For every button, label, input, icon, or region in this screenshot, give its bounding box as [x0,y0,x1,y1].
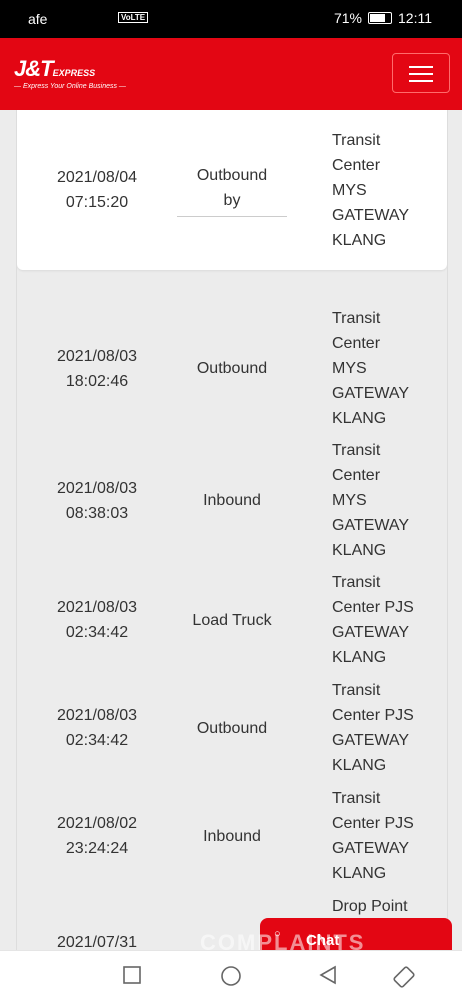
row-location: Transit Center MYS GATEWAY KLANG [287,306,422,431]
location-line: KLANG [332,757,387,774]
table-row: 2021/08/03 02:34:42 Load Truck Transit C… [17,570,447,670]
rotate-screen-icon[interactable] [392,965,415,988]
battery-percent: 71% [333,10,362,26]
location-line: Transit [332,442,381,459]
volte-icon: VoLTE [118,12,149,23]
status-left-text: afe [28,11,48,27]
location-line: Center PJS [332,599,414,616]
menu-bar-icon [409,73,433,75]
row-location: Transit Center PJS GATEWAY KLANG [287,570,422,670]
row-time: 23:24:24 [65,840,129,857]
site-header: J&TEXPRESS — Express Your Online Busines… [0,38,462,110]
battery-icon [368,12,392,24]
row-action: Inbound [203,827,261,845]
table-row: 2021/08/03 18:02:46 Outbound Transit Cen… [17,306,447,431]
location-line: Center [332,156,381,174]
row-action: Outbound by [177,163,287,217]
location-line: MYS [332,360,367,377]
row-datetime: 2021/08/02 23:24:24 [17,811,177,861]
location-line: KLANG [332,410,387,427]
menu-bar-icon [409,66,433,68]
location-line: GATEWAY [332,206,410,224]
table-row: 2021/08/02 23:24:24 Inbound Transit Cent… [17,786,447,886]
row-action: Inbound [203,492,261,509]
location-line: KLANG [332,542,387,559]
hamburger-menu-button[interactable] [392,53,450,93]
location-line: Center PJS [332,707,414,724]
row-action-line1: Outbound [196,167,268,184]
row-location: Transit Center MYS GATEWAY KLANG [287,128,422,253]
row-datetime: 2021/08/03 02:34:42 [17,595,177,645]
row-location: Drop Point [287,894,422,919]
location-line: GATEWAY [332,840,410,857]
location-line: Transit [332,131,381,149]
row-time: 07:15:20 [65,194,129,211]
location-line: Center [332,335,381,352]
location-line: KLANG [332,865,387,882]
location-line: MYS [332,181,367,199]
logo-suffix: EXPRESS [52,68,96,78]
row-date: 2021/08/03 [56,599,138,616]
row-time: 02:34:42 [65,732,129,749]
location-line: KLANG [332,649,387,666]
row-action: Load Truck [192,611,272,629]
location-line: GATEWAY [332,517,410,534]
row-datetime: 2021/08/03 08:38:03 [17,476,177,526]
status-bar: afe VoLTE 71% 12:11 [0,0,462,38]
location-line: MYS [332,492,367,509]
row-date: 2021/08/03 [56,707,138,724]
row-date: 2021/07/31 [56,934,138,950]
row-datetime: 2021/08/04 07:15:20 [17,165,177,215]
table-row: 2021/08/03 08:38:03 Inbound Transit Cent… [17,438,447,563]
location-line: Transit [332,790,381,807]
location-line: GATEWAY [332,732,410,749]
jt-express-logo[interactable]: J&TEXPRESS — Express Your Online Busines… [14,56,126,90]
back-icon[interactable] [318,965,338,985]
logo-tagline: — Express Your Online Business — [14,83,126,90]
row-location: Transit Center MYS GATEWAY KLANG [287,438,422,563]
row-time: 18:02:46 [65,372,129,390]
logo-brand: J&T [14,56,54,81]
row-action: Outbound [196,719,268,737]
row-action: Outbound [196,360,268,377]
table-row: 2021/08/04 07:15:20 Outbound by Transit … [17,110,447,270]
row-datetime: 2021/08/03 18:02:46 [17,344,177,394]
location-line: Drop Point [332,898,408,915]
location-line: Center [332,467,381,484]
home-icon[interactable] [220,965,241,986]
row-action-line2: by [177,188,287,217]
clock: 12:11 [398,10,432,26]
row-time: 02:34:42 [65,624,129,641]
row-date: 2021/08/03 [56,479,138,497]
row-date: 2021/08/03 [56,347,138,365]
location-line: GATEWAY [332,385,410,402]
status-right: 71% 12:11 [334,10,432,26]
menu-bar-icon [409,80,433,82]
location-line: Transit [332,574,381,591]
location-line: Transit [332,310,381,327]
row-datetime: 2021/08/03 02:34:42 [17,703,177,753]
location-line: Center PJS [332,815,414,832]
location-line: Transit [332,682,381,699]
row-location: Transit Center PJS GATEWAY KLANG [287,786,422,886]
row-time: 08:38:03 [65,504,129,522]
recent-apps-icon[interactable] [122,965,142,985]
row-location: Transit Center PJS GATEWAY KLANG [287,678,422,778]
tracking-table[interactable]: 2021/08/04 07:15:20 Outbound by Transit … [16,110,448,950]
table-row: 2021/08/03 02:34:42 Outbound Transit Cen… [17,678,447,778]
row-date: 2021/08/04 [56,169,138,186]
location-line: KLANG [332,231,387,249]
location-line: GATEWAY [332,624,410,641]
row-date: 2021/08/02 [56,815,138,832]
android-nav-bar [0,950,462,1001]
